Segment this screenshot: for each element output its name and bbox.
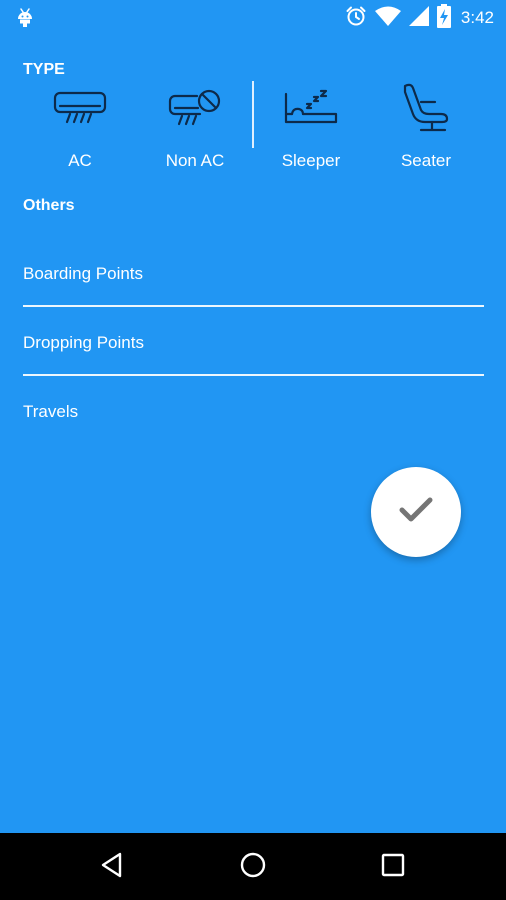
sleeper-icon [283, 88, 339, 133]
status-icons: 3:42 [345, 3, 494, 33]
wifi-icon [374, 6, 401, 31]
boarding-points-label: Boarding Points [23, 264, 144, 283]
signal-icon [408, 5, 429, 31]
type-label-sleeper: Sleeper [281, 151, 341, 170]
ac-icon [53, 90, 107, 131]
boarding-points-field[interactable]: Boarding Points [23, 264, 484, 308]
non-ac-icon [168, 88, 222, 133]
status-time: 3:42 [460, 8, 494, 27]
back-button[interactable] [96, 851, 128, 883]
type-section-title: TYPE [23, 61, 65, 78]
battery-charging-icon [436, 3, 451, 33]
dropping-points-field[interactable]: Dropping Points [23, 333, 484, 377]
dropping-points-label: Dropping Points [23, 333, 144, 352]
android-icon [16, 7, 34, 34]
boarding-points-underline [23, 305, 484, 307]
apply-filters-button[interactable] [371, 467, 461, 557]
back-icon [99, 852, 125, 883]
type-label-seater: Seater [400, 151, 452, 170]
recents-icon [381, 853, 405, 882]
seater-icon [401, 82, 451, 139]
navigation-bar [0, 833, 506, 900]
type-option-sleeper[interactable]: Sleeper [253, 80, 369, 180]
type-label-ac: AC [68, 151, 92, 170]
others-section-title: Others [23, 197, 75, 214]
recents-button[interactable] [377, 851, 409, 883]
status-bar: 3:42 [0, 0, 506, 36]
type-label-non-ac: Non AC [165, 151, 225, 170]
type-option-non-ac[interactable]: Non AC [137, 80, 253, 180]
alarm-icon [345, 5, 367, 32]
travels-field[interactable]: Travels [23, 402, 484, 428]
home-button[interactable] [237, 851, 269, 883]
dropping-points-underline [23, 374, 484, 376]
type-option-ac[interactable]: AC [22, 80, 138, 180]
home-icon [239, 851, 267, 884]
type-option-seater[interactable]: Seater [368, 80, 484, 180]
travels-label: Travels [23, 402, 79, 421]
check-icon [398, 496, 434, 529]
